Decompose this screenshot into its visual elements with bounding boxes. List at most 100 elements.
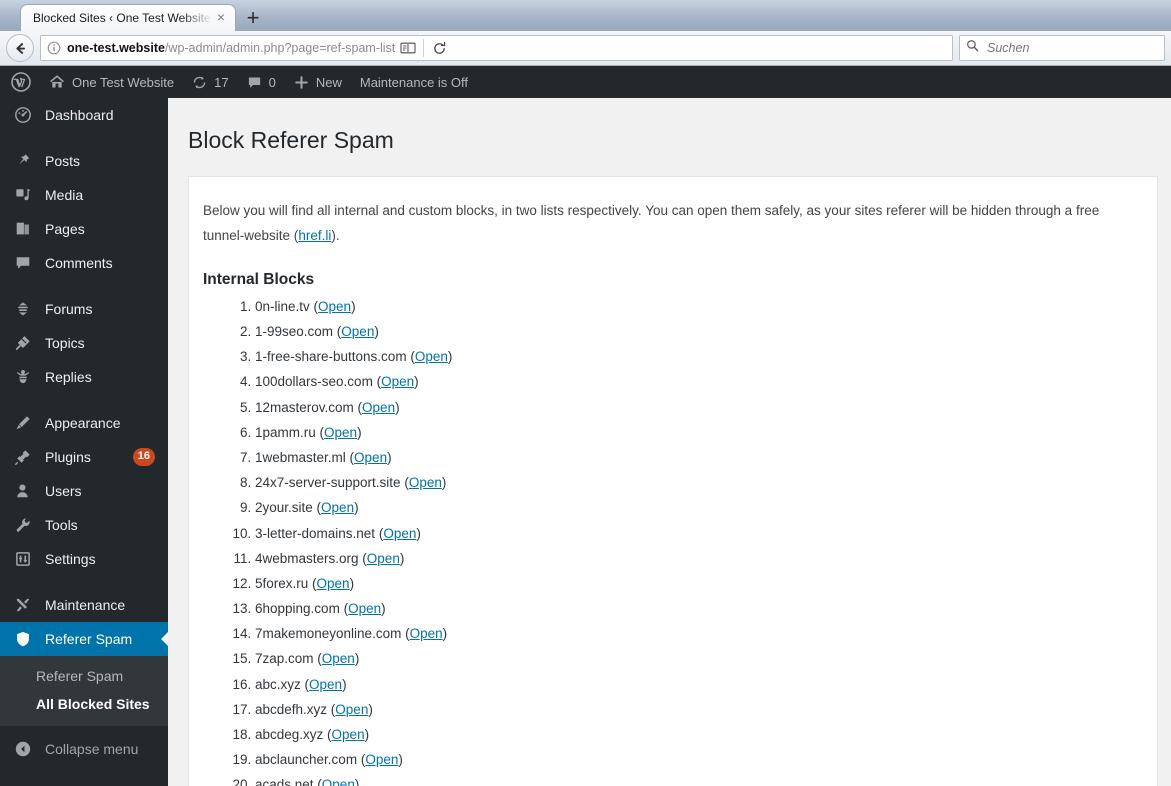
open-link[interactable]: Open [322, 777, 355, 786]
open-link[interactable]: Open [309, 677, 342, 692]
replies-icon [13, 367, 33, 387]
sidebar-item-label: Media [45, 187, 84, 203]
pin-icon [13, 151, 33, 171]
open-link[interactable]: Open [381, 374, 414, 389]
list-item: abclauncher.com (Open) [255, 752, 1143, 768]
open-link[interactable]: Open [409, 475, 442, 490]
paren-open: ( [309, 298, 319, 314]
sidebar-item-maintenance[interactable]: Maintenance [0, 588, 168, 622]
sidebar-item-appearance[interactable]: Appearance [0, 406, 168, 440]
paren-close: ) [374, 324, 379, 340]
blocked-domain-label: 12masterov.com [255, 399, 354, 415]
sidebar-item-tools[interactable]: Tools [0, 508, 168, 542]
blocked-domain-label: 3-letter-domains.net [255, 525, 376, 541]
page-title: Block Referer Spam [188, 127, 394, 153]
sidebar-item-users[interactable]: Users [0, 474, 168, 508]
browser-search-bar[interactable] [959, 35, 1165, 61]
browser-tab-strip: Blocked Sites ‹ One Test Website × + [0, 0, 1171, 31]
sidebar-item-pages[interactable]: Pages [0, 212, 168, 246]
address-bar[interactable]: one-test.website/wp-admin/admin.php?page… [40, 35, 953, 61]
blocked-domain-label: 6hopping.com [255, 601, 340, 617]
search-input[interactable] [985, 40, 1158, 56]
open-link[interactable]: Open [365, 752, 398, 767]
users-icon [13, 481, 33, 501]
wordpress-logo-icon [11, 72, 31, 92]
browser-tab[interactable]: Blocked Sites ‹ One Test Website × [20, 4, 236, 31]
open-link[interactable]: Open [367, 551, 400, 566]
sidebar-item-media[interactable]: Media [0, 178, 168, 212]
back-button[interactable] [6, 34, 34, 62]
new-tab-button[interactable]: + [238, 4, 268, 31]
sidebar-item-label: Dashboard [45, 107, 114, 123]
url-path: /wp-admin/admin.php?page=ref-spam-list [164, 41, 396, 55]
sidebar-item-settings[interactable]: Settings [0, 542, 168, 576]
sidebar-item-label: Comments [45, 255, 113, 271]
open-link[interactable]: Open [321, 500, 354, 515]
sidebar-item-forums[interactable]: Forums [0, 292, 168, 326]
collapse-menu-label: Collapse menu [45, 741, 139, 757]
sidebar-item-label: Plugins [45, 449, 91, 465]
reload-icon[interactable] [426, 36, 452, 60]
sidebar-item-referer-spam[interactable]: Referer Spam [0, 622, 168, 656]
list-item: 24x7-server-support.site (Open) [255, 475, 1143, 491]
reader-view-icon[interactable] [395, 36, 421, 60]
open-link[interactable]: Open [335, 702, 368, 717]
blocked-domain-label: abcdeg.xyz [255, 727, 324, 743]
open-link[interactable]: Open [410, 626, 443, 641]
sidebar-item-replies[interactable]: Replies [0, 360, 168, 394]
submenu-item-all-blocked-sites[interactable]: All Blocked Sites [0, 690, 168, 718]
updates-menu[interactable]: 17 [183, 66, 237, 98]
list-item: 1webmaster.ml (Open) [255, 450, 1143, 466]
intro-paragraph: Below you will find all internal and cus… [203, 199, 1143, 249]
href-li-link[interactable]: href.li [298, 228, 331, 243]
open-link[interactable]: Open [362, 400, 395, 415]
dashboard-icon [13, 105, 33, 125]
wp-logo-menu[interactable] [2, 66, 40, 98]
paren-close: ) [416, 525, 421, 541]
maintenance-status-menu[interactable]: Maintenance is Off [351, 66, 477, 98]
paren-open: ( [339, 601, 349, 617]
sidebar-item-dashboard[interactable]: Dashboard [0, 98, 168, 132]
search-icon [966, 39, 979, 57]
sidebar-item-label: Topics [45, 335, 85, 351]
open-link[interactable]: Open [354, 450, 387, 465]
close-icon[interactable]: × [213, 10, 229, 26]
open-link[interactable]: Open [332, 727, 365, 742]
submenu-item-referer-spam[interactable]: Referer Spam [0, 662, 168, 690]
content-card: Below you will find all internal and cus… [188, 175, 1158, 786]
open-link[interactable]: Open [341, 324, 374, 339]
sidebar-item-topics[interactable]: Topics [0, 326, 168, 360]
sidebar-item-plugins[interactable]: Plugins 16 [0, 440, 168, 474]
wordpress-admin: One Test Website 17 0 New Maintenance is… [0, 66, 1171, 786]
menu-separator [0, 394, 168, 406]
open-link[interactable]: Open [322, 651, 355, 666]
comments-icon [13, 253, 33, 273]
collapse-arrow-icon [13, 739, 33, 759]
comments-count: 0 [268, 74, 276, 90]
collapse-menu-button[interactable]: Collapse menu [0, 732, 168, 766]
paren-open: ( [406, 349, 415, 365]
site-name-menu[interactable]: One Test Website [40, 66, 183, 98]
blocked-domain-label: abclauncher.com [255, 752, 358, 768]
open-link[interactable]: Open [317, 576, 350, 591]
sidebar-item-posts[interactable]: Posts [0, 144, 168, 178]
open-link[interactable]: Open [318, 299, 351, 314]
pages-icon [13, 219, 33, 239]
paren-close: ) [414, 374, 419, 390]
blocked-domain-label: 5forex.ru [255, 575, 309, 591]
sidebar-item-label: Appearance [45, 415, 121, 431]
list-item: 2your.site (Open) [255, 500, 1143, 516]
blocked-domain-label: 0n-line.tv [255, 298, 310, 314]
sidebar-item-label: Users [45, 483, 82, 499]
paren-close: ) [398, 752, 403, 768]
plugins-update-badge: 16 [132, 448, 155, 466]
new-label: New [315, 74, 342, 90]
site-info-icon[interactable] [45, 39, 63, 57]
comments-menu[interactable]: 0 [238, 66, 285, 98]
open-link[interactable]: Open [383, 526, 416, 541]
open-link[interactable]: Open [415, 349, 448, 364]
open-link[interactable]: Open [348, 601, 381, 616]
open-link[interactable]: Open [324, 425, 357, 440]
new-content-menu[interactable]: New [285, 66, 351, 98]
sidebar-item-comments[interactable]: Comments [0, 246, 168, 280]
